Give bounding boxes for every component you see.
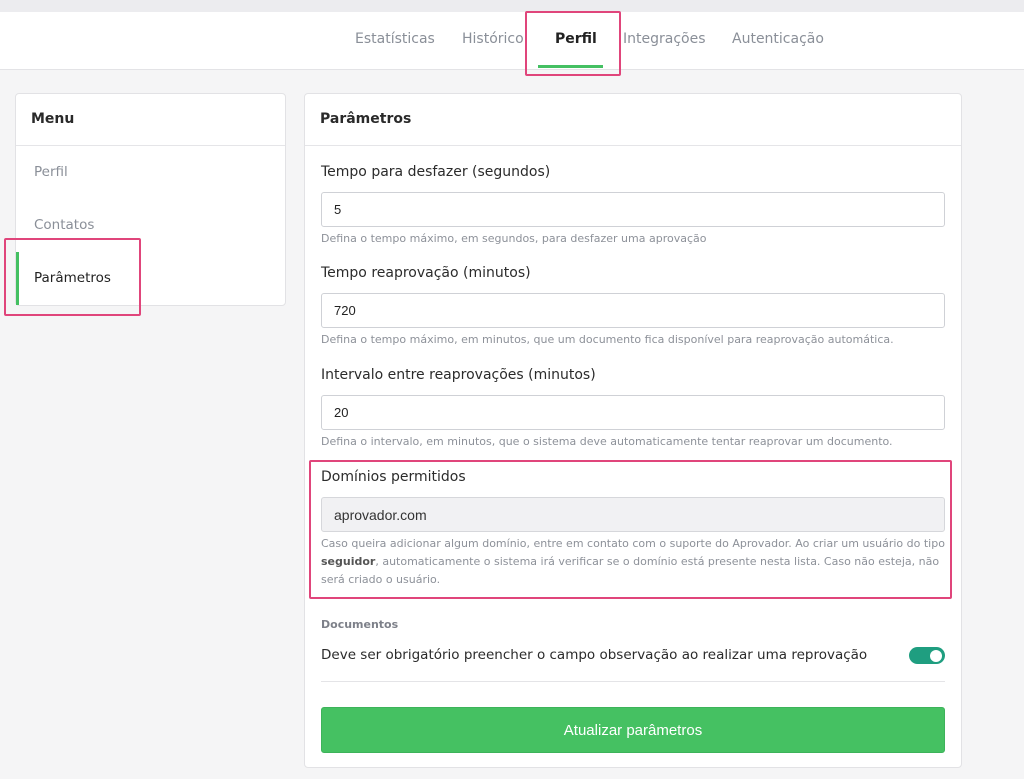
undo-time-label: Tempo para desfazer (segundos)	[321, 164, 551, 180]
reapproval-time-input[interactable]	[321, 293, 945, 328]
window-top-strip	[0, 0, 1024, 12]
highlight-box-menu	[4, 238, 141, 316]
sidebar-item-perfil[interactable]: Perfil	[16, 146, 285, 199]
reapproval-time-label: Tempo reaprovação (minutos)	[321, 265, 531, 281]
top-nav: Estatísticas Histórico Perfil Integraçõe…	[0, 12, 1024, 70]
tab-autenticacao[interactable]: Autenticação	[732, 12, 824, 68]
tab-estatisticas[interactable]: Estatísticas	[355, 12, 435, 68]
reapproval-interval-help: Defina o intervalo, em minutos, que o si…	[321, 435, 893, 448]
reapproval-interval-input[interactable]	[321, 395, 945, 430]
highlight-box-domains	[309, 460, 952, 599]
tab-historico[interactable]: Histórico	[462, 12, 524, 68]
divider	[321, 681, 945, 682]
highlight-box-tab	[525, 11, 621, 76]
parameters-title: Parâmetros	[305, 94, 961, 146]
menu-title: Menu	[16, 94, 285, 146]
require-observation-toggle[interactable]	[909, 647, 945, 664]
reapproval-time-help: Defina o tempo máximo, em minutos, que u…	[321, 333, 894, 346]
undo-time-input[interactable]	[321, 192, 945, 227]
undo-time-help: Defina o tempo máximo, em segundos, para…	[321, 232, 707, 245]
require-observation-label: Deve ser obrigatório preencher o campo o…	[321, 647, 868, 663]
documents-section-title: Documentos	[321, 618, 399, 631]
toggle-knob	[930, 649, 942, 662]
reapproval-interval-label: Intervalo entre reaprovações (minutos)	[321, 367, 596, 383]
parameters-card: Parâmetros Tempo para desfazer (segundos…	[304, 93, 962, 768]
tab-integracoes[interactable]: Integrações	[623, 12, 706, 68]
update-parameters-button[interactable]: Atualizar parâmetros	[321, 707, 945, 753]
